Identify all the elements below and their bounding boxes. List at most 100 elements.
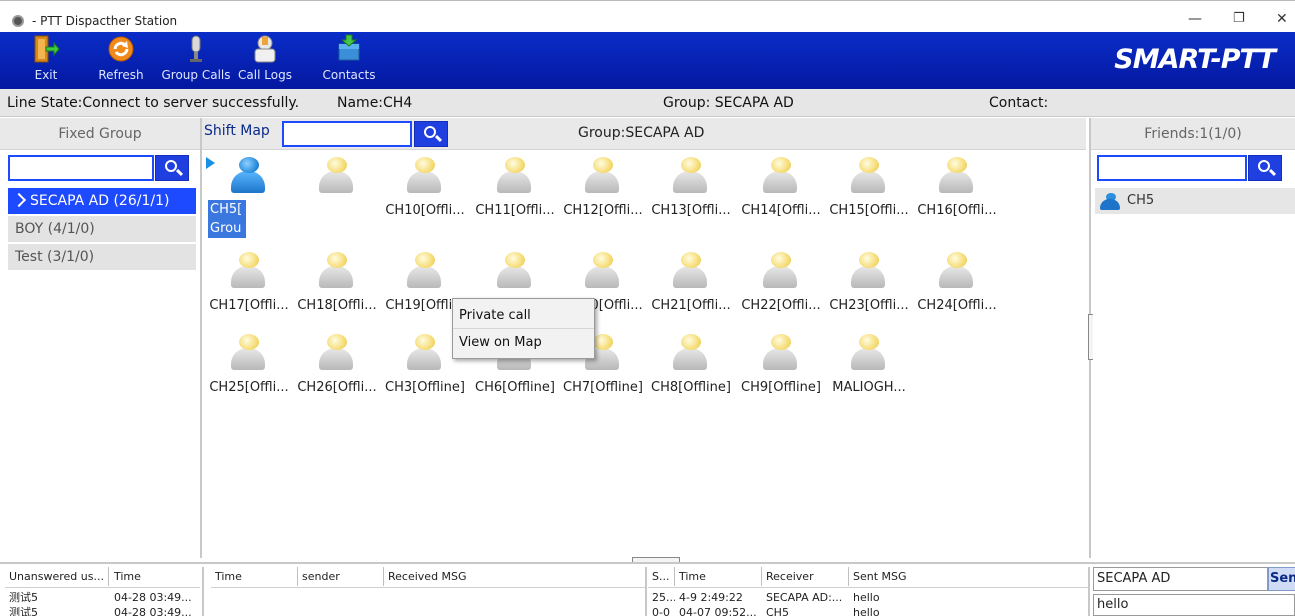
table-cell: 04-28 03:49... (114, 591, 192, 604)
member-label: CH6[Offline] (475, 380, 555, 395)
table-cell: hello (853, 591, 880, 604)
friend-search-input[interactable] (1097, 155, 1247, 181)
view-on-map-menu-item[interactable]: View on Map (453, 329, 594, 356)
column-header[interactable]: Unanswered us... (5, 567, 109, 586)
member-item[interactable]: CH24[Offli... (916, 249, 997, 321)
user-offline-icon (760, 154, 800, 194)
column-header[interactable]: Received MSG (384, 567, 645, 586)
table-divider (645, 567, 647, 616)
member-label: CH16[Offli... (917, 203, 997, 218)
unanswered-table: Unanswered us... Time 测试5 04-28 03:49...… (0, 567, 200, 616)
fixed-group-panel: Fixed Group SECAPA AD (26/1/1) BOY (4/1/… (0, 118, 202, 558)
member-label: CH3[Offline] (385, 380, 465, 395)
member-item[interactable]: CH14[Offli... (740, 154, 821, 226)
search-icon-handle (1268, 168, 1277, 177)
app-icon (12, 15, 24, 27)
member-item[interactable]: CH8[Offline] (650, 331, 731, 403)
sent-table: S... Time Receiver Sent MSG 25... 4-9 2:… (648, 567, 1088, 616)
user-offline-icon (582, 249, 622, 289)
user-offline-icon (228, 249, 268, 289)
member-item[interactable]: CH26[Offli... (296, 331, 377, 403)
table-cell: 25... (652, 591, 675, 604)
send-button[interactable]: Sen (1268, 567, 1295, 591)
member-item[interactable]: CH10[Offli... (384, 154, 465, 226)
user-offline-icon (670, 154, 710, 194)
member-item[interactable]: CH25[Offli... (208, 331, 289, 403)
user-offline-icon (494, 249, 534, 289)
user-offline-icon (848, 154, 888, 194)
member-item[interactable]: CH23[Offli... (828, 249, 909, 321)
call-logs-icon (251, 34, 279, 64)
table-cell: SECAPA AD:... (766, 591, 843, 604)
member-label: CH14[Offli... (741, 203, 821, 218)
member-item[interactable]: CH15[Offli... (828, 154, 909, 226)
group-item-boy[interactable]: BOY (4/1/0) (8, 216, 196, 242)
user-online-icon (228, 154, 268, 194)
message-input[interactable]: hello (1093, 594, 1295, 616)
friend-search-button[interactable] (1248, 155, 1282, 181)
member-item[interactable]: CH16[Offli... (916, 154, 997, 226)
group-search-input[interactable] (8, 155, 154, 181)
group-search-button[interactable] (155, 155, 189, 181)
send-to-field[interactable]: SECAPA AD (1093, 567, 1268, 591)
user-offline-icon (670, 331, 710, 371)
member-label: CH22[Offli... (741, 298, 821, 313)
member-label: CH10[Offli... (385, 203, 465, 218)
member-item[interactable]: CH17[Offli... (208, 249, 289, 321)
member-item[interactable]: CH11[Offli... (474, 154, 555, 226)
member-item[interactable]: CH22[Offli... (740, 249, 821, 321)
call-logs-button[interactable]: Call Logs (236, 34, 294, 82)
member-label: CH23[Offli... (829, 298, 909, 313)
user-offline-icon (670, 249, 710, 289)
group-item-label: SECAPA AD (26/1/1) (30, 193, 170, 209)
column-header[interactable]: Time (211, 567, 298, 586)
member-label: CH21[Offli... (651, 298, 731, 313)
close-button[interactable]: ✕ (1276, 11, 1288, 27)
column-header[interactable]: sender (298, 567, 384, 586)
member-item[interactable]: CH5[Grou (206, 154, 288, 238)
exit-button[interactable]: Exit (30, 34, 62, 82)
member-item[interactable] (296, 154, 376, 226)
contacts-button[interactable]: Contacts (320, 34, 378, 82)
member-item[interactable]: MALIOGH... (828, 331, 908, 403)
member-item[interactable]: CH18[Offli... (296, 249, 377, 321)
member-item[interactable]: CH9[Offline] (740, 331, 821, 403)
table-divider (202, 567, 204, 616)
title-bar: - PTT Dispacther Station — ❐ ✕ (0, 0, 1295, 32)
friend-item-ch5[interactable]: CH5 (1095, 188, 1295, 214)
right-panel-splitter[interactable] (1088, 314, 1093, 360)
user-offline-icon (582, 154, 622, 194)
refresh-button[interactable]: Refresh (96, 34, 146, 82)
member-label: CH8[Offline] (651, 380, 731, 395)
private-call-menu-item[interactable]: Private call (453, 302, 594, 329)
table-cell: 0-0 (652, 606, 670, 616)
member-search-button[interactable] (414, 121, 448, 147)
status-bar: Line State:Connect to server successfull… (0, 89, 1295, 117)
user-offline-icon (404, 331, 444, 371)
name-text: Name:CH4 (337, 95, 413, 111)
member-item[interactable]: CH13[Offli... (650, 154, 731, 226)
member-item[interactable]: CH12[Offli... (562, 154, 643, 226)
user-offline-icon (760, 249, 800, 289)
member-label: CH12[Offli... (563, 203, 643, 218)
member-label: CH26[Offli... (297, 380, 377, 395)
center-group-title: Group:SECAPA AD (578, 125, 705, 141)
group-calls-button[interactable]: Group Calls (160, 34, 232, 82)
microphone-icon (182, 34, 210, 64)
group-item-secapa-ad[interactable]: SECAPA AD (26/1/1) (8, 188, 196, 214)
table-cell: 4-9 2:49:22 (679, 591, 743, 604)
column-header[interactable]: Time (675, 567, 762, 586)
group-item-test[interactable]: Test (3/1/0) (8, 244, 196, 270)
column-header[interactable]: Receiver (762, 567, 849, 586)
restore-button[interactable]: ❐ (1233, 11, 1245, 26)
member-item[interactable]: CH21[Offli... (650, 249, 731, 321)
shift-map-button[interactable]: Shift Map (204, 123, 270, 139)
user-offline-icon (316, 249, 356, 289)
member-label: CH24[Offli... (917, 298, 997, 313)
member-search-input[interactable] (282, 121, 412, 147)
column-header[interactable]: Time (110, 567, 200, 586)
column-header[interactable]: S... (648, 567, 675, 586)
column-header[interactable]: Sent MSG (849, 567, 1088, 586)
minimize-button[interactable]: — (1188, 11, 1202, 27)
table-cell: CH5 (766, 606, 789, 616)
